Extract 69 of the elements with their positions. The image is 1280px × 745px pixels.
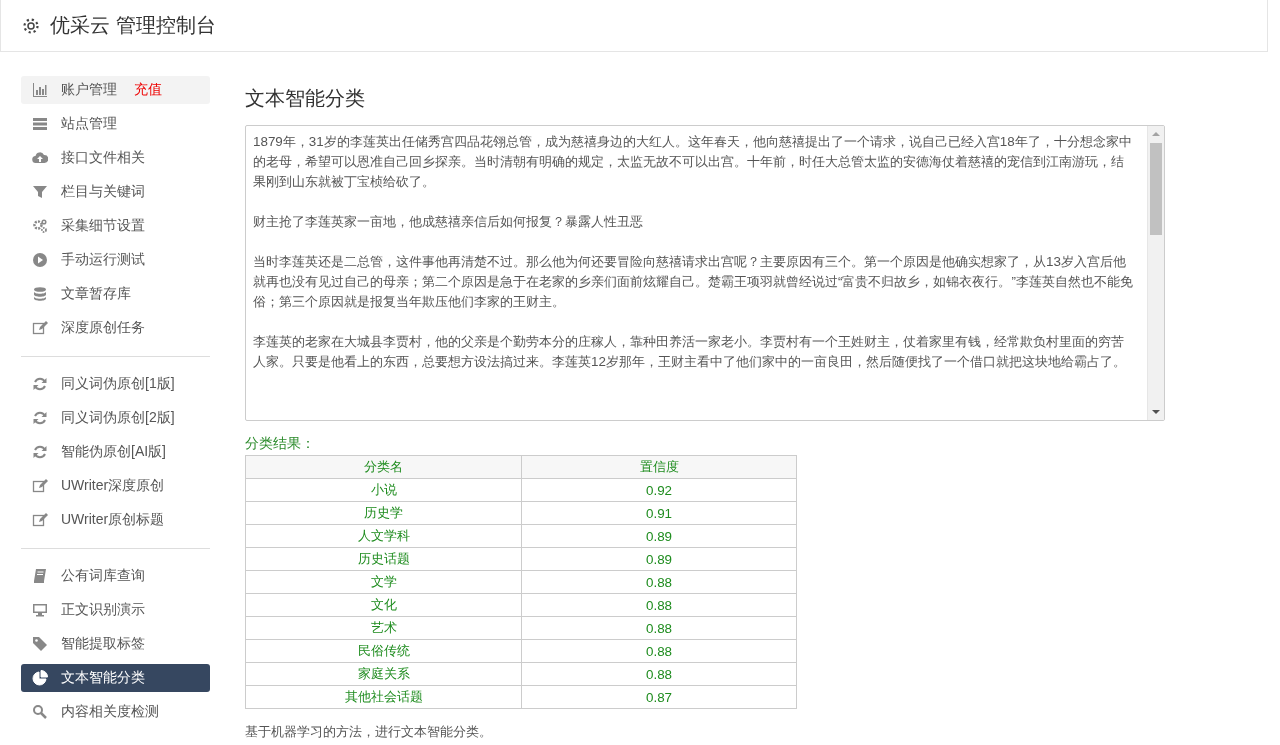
refresh-icon	[32, 410, 48, 426]
sidebar-item[interactable]: 内容相关度检测	[21, 698, 210, 726]
table-cell: 人文学科	[245, 524, 522, 548]
table-cell: 小说	[245, 478, 522, 502]
sidebar-item[interactable]: 栏目与关键词	[21, 178, 210, 206]
table-cell: 0.88	[521, 616, 797, 640]
edit-icon	[32, 512, 48, 528]
table-cell: 艺术	[245, 616, 522, 640]
play-icon	[32, 252, 48, 268]
filter-icon	[32, 184, 48, 200]
paragraph: 财主抢了李莲英家一亩地，他成慈禧亲信后如何报复？暴露人性丑恶	[253, 213, 644, 231]
scrollbar[interactable]	[1147, 126, 1164, 420]
paragraph: 1879年，31岁的李莲英出任储秀宫四品花翎总管，成为慈禧身边的大红人。这年春天，他向慈禧提出了一个请求，说自己已经入宫18年了，十分想念家中的老母，希望可以恩准自己回乡探亲。当时清朝有明确的规定，太监无故不可以出宫。十年前，时任大总管太监的安德海仗着慈禧的宠信到江南游玩，结果刚到山东就被丁宝桢给砍了。	[253, 133, 1133, 191]
table-cell: 0.92	[521, 478, 797, 502]
table-cell: 历史学	[245, 501, 522, 525]
pie-chart-icon	[32, 670, 48, 686]
sidebar-item[interactable]: UWriter深度原创	[21, 472, 210, 500]
table-cell: 文化	[245, 593, 522, 617]
monitor-icon	[32, 602, 48, 618]
sidebar-item[interactable]: 深度原创任务	[21, 314, 210, 342]
sidebar-item[interactable]: 智能伪原创[AI版]	[21, 438, 210, 466]
table-cell: 0.91	[521, 501, 797, 525]
table-cell: 0.88	[521, 639, 797, 663]
app-title: 优采云 管理控制台	[50, 13, 216, 38]
cloud-upload-icon	[32, 150, 48, 166]
edit-icon	[32, 478, 48, 494]
sidebar-item[interactable]: 手动运行测试	[21, 246, 210, 274]
sidebar-item[interactable]: 站点管理	[21, 110, 210, 138]
column-header: 分类名	[245, 455, 522, 479]
table-cell: 其他社会话题	[245, 685, 522, 709]
recharge-link[interactable]: 充值	[134, 81, 162, 99]
sidebar-item[interactable]: 账户管理 充值	[21, 76, 210, 104]
table-cell: 历史话题	[245, 547, 522, 571]
sidebar-item[interactable]: 接口文件相关	[21, 144, 210, 172]
table-cell: 0.89	[521, 547, 797, 571]
sidebar-item[interactable]: 智能提取标签	[21, 630, 210, 658]
sidebar-item[interactable]: UWriter原创标题	[21, 506, 210, 534]
search-icon	[32, 704, 48, 720]
page-title: 文本智能分类	[245, 86, 366, 111]
paragraph: 当时李莲英还是二总管，这件事他再清楚不过。那么他为何还要冒险向慈禧请求出宫呢？主要原因有三个。第一个原因是他确实想家了，从13岁入宫后他就再也没有见过自己的母亲；第二个原因是急于在老家的乡亲们面前炫耀自己。楚霸王项羽就曾经说过“富贵不归故乡，如锦衣夜行。”李莲英自然也不能免俗；第三个原因就是报复当年欺压他们李家的王财主。	[253, 253, 1134, 311]
table-cell: 0.88	[521, 570, 797, 594]
settings-icon[interactable]	[22, 16, 40, 35]
sidebar-item[interactable]: 公有词库查询	[21, 562, 210, 590]
table-cell: 民俗传统	[245, 639, 522, 663]
table-cell: 0.89	[521, 524, 797, 548]
result-label: 分类结果：	[245, 435, 316, 453]
table-cell: 0.87	[521, 685, 797, 709]
book-icon	[32, 568, 48, 584]
table-cell: 0.88	[521, 662, 797, 686]
bar-chart-icon	[32, 82, 48, 98]
edit-icon	[32, 320, 48, 336]
paragraph: 李莲英的老家在大城县李贾村，他的父亲是个勤劳本分的庄稼人，靠种田养活一家老小。李贾村有一个王姓财主，仗着家里有钱，经常欺负村里面的穷苦人家。只要是他看上的东西，总要想方设法搞过来。李莲英12岁那年，王财主看中了他们家中的一亩良田，然后随便找了一个借口就把这块地给霸占了。	[253, 333, 1127, 371]
refresh-icon	[32, 444, 48, 460]
sidebar-item[interactable]: 正文识别演示	[21, 596, 210, 624]
tag-icon	[32, 636, 48, 652]
database-icon	[32, 286, 48, 302]
description-text: 基于机器学习的方法，进行文本智能分类。	[245, 723, 493, 741]
sidebar-item[interactable]: 文本智能分类	[21, 664, 210, 692]
sidebar-item[interactable]: 同义词伪原创[1版]	[21, 370, 210, 398]
column-header: 置信度	[521, 455, 797, 479]
server-icon	[32, 116, 48, 132]
table-cell: 0.88	[521, 593, 797, 617]
text-area[interactable]	[245, 125, 1165, 421]
sidebar-item[interactable]: 文章暂存库	[21, 280, 210, 308]
table-cell: 家庭关系	[245, 662, 522, 686]
sidebar-item[interactable]: 同义词伪原创[2版]	[21, 404, 210, 432]
refresh-icon	[32, 376, 48, 392]
table-cell: 文学	[245, 570, 522, 594]
sidebar-item[interactable]: 采集细节设置	[21, 212, 210, 240]
